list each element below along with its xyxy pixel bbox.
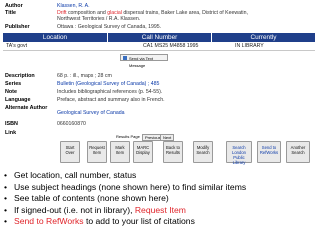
title-text-3: Northwest Territories / R.A. Klassen. bbox=[57, 16, 141, 22]
send-via-text-button[interactable]: Send via Text Message bbox=[120, 54, 168, 68]
tip-text-location: Get location, call number, status bbox=[14, 170, 137, 180]
send-to-refworks-button[interactable]: Send to RefWorks bbox=[257, 141, 281, 163]
tip-text-subject-headings: Use subject headings (none shown here) t… bbox=[14, 181, 247, 192]
language-value: Preface, abstract and summary also in Fr… bbox=[57, 97, 165, 103]
start-over-button[interactable]: Start Over bbox=[60, 141, 80, 163]
holdings-header-row: Location Call Number Currently bbox=[3, 33, 315, 42]
series-link[interactable]: Bulletin (Geological Survey of Canada) ;… bbox=[57, 81, 159, 87]
tip-item-refworks: • Send to RefWorks to add to your list of… bbox=[4, 216, 195, 227]
tip-item-location: • Get location, call number, status bbox=[4, 170, 137, 180]
tip-item-subject-headings: • Use subject headings (none shown here) … bbox=[4, 181, 247, 192]
title-label: Title bbox=[5, 10, 16, 16]
request-item-button[interactable]: Request Item bbox=[87, 141, 107, 163]
tips-list: • Get location, call number, status • Use … bbox=[4, 170, 318, 228]
results-page-nav: Results Page Previous Next bbox=[116, 134, 176, 141]
another-search-button[interactable]: Another Search bbox=[286, 141, 310, 163]
isbn-value: 0660160870 bbox=[57, 121, 86, 127]
holdings-status-cell: IN LIBRARY bbox=[235, 43, 264, 49]
description-label: Description bbox=[5, 73, 35, 79]
series-label: Series bbox=[5, 81, 22, 87]
holdings-header-location: Location bbox=[3, 33, 107, 42]
tip-item-table-of-contents: • See table of contents (none shown here) bbox=[4, 193, 169, 204]
publisher-label: Publisher bbox=[5, 24, 30, 30]
link-label: Link bbox=[5, 130, 17, 136]
note-label: Note bbox=[5, 89, 17, 95]
next-button[interactable]: Next bbox=[160, 134, 175, 141]
search-london-public-library-button[interactable]: Search London Public Library bbox=[226, 141, 252, 165]
request-item-highlight: Request Item bbox=[134, 204, 186, 215]
language-label: Language bbox=[5, 97, 31, 103]
send-to-refworks-highlight: Send to RefWorks bbox=[14, 216, 84, 227]
marc-display-button[interactable]: MARC Display bbox=[133, 141, 153, 163]
isbn-label: ISBN bbox=[5, 121, 18, 127]
mark-item-button[interactable]: Mark Item bbox=[110, 141, 130, 163]
tip-text-request: If signed-out (i.e. not in library), bbox=[14, 204, 135, 215]
tip-text-table-of-contents: See table of contents (none shown here) bbox=[14, 193, 169, 204]
holdings-location-cell[interactable]: TA's govt bbox=[6, 43, 27, 50]
holdings-header-call-number: Call Number bbox=[108, 33, 211, 42]
alternate-author-label: Alternate Author bbox=[5, 105, 48, 111]
holdings-row: TA's govt CA1 MS25 M4858 1995 IN LIBRARY bbox=[3, 43, 315, 51]
alternate-author-link[interactable]: Geological Survey of Canada bbox=[57, 110, 124, 116]
holdings-header-currently: Currently bbox=[212, 33, 315, 42]
title-text-2: dispersal trains, Baker Lake area, Distr… bbox=[121, 10, 248, 16]
back-to-results-button[interactable]: Back to Results bbox=[163, 141, 183, 163]
author-link[interactable]: Klassen, R. A. bbox=[57, 3, 90, 9]
author-label: Author bbox=[5, 3, 23, 9]
results-page-label: Results Page bbox=[116, 134, 140, 139]
send-via-text-label: Send via Text Message bbox=[129, 56, 153, 68]
tip-text-refworks: to add to your list of citations bbox=[83, 216, 195, 227]
description-value: 68 p. : ill., maps ; 28 cm bbox=[57, 73, 112, 79]
tip-item-request: • If signed-out (i.e. not in library), Re… bbox=[4, 204, 186, 215]
author-value[interactable]: Klassen, R. A. bbox=[57, 3, 90, 9]
action-button-bar: Start Over Request Item Mark Item MARC D… bbox=[60, 141, 316, 165]
holdings-call-number-cell: CA1 MS25 M4858 1995 bbox=[143, 43, 199, 49]
modify-search-button[interactable]: Modify Search bbox=[193, 141, 213, 163]
publisher-value: Ottawa : Geological Survey of Canada, 19… bbox=[57, 24, 162, 30]
note-value: Includes bibliographical references (p. … bbox=[57, 89, 163, 95]
title-value: Drift composition and glacial dispersal … bbox=[57, 10, 317, 22]
phone-icon bbox=[123, 56, 127, 60]
